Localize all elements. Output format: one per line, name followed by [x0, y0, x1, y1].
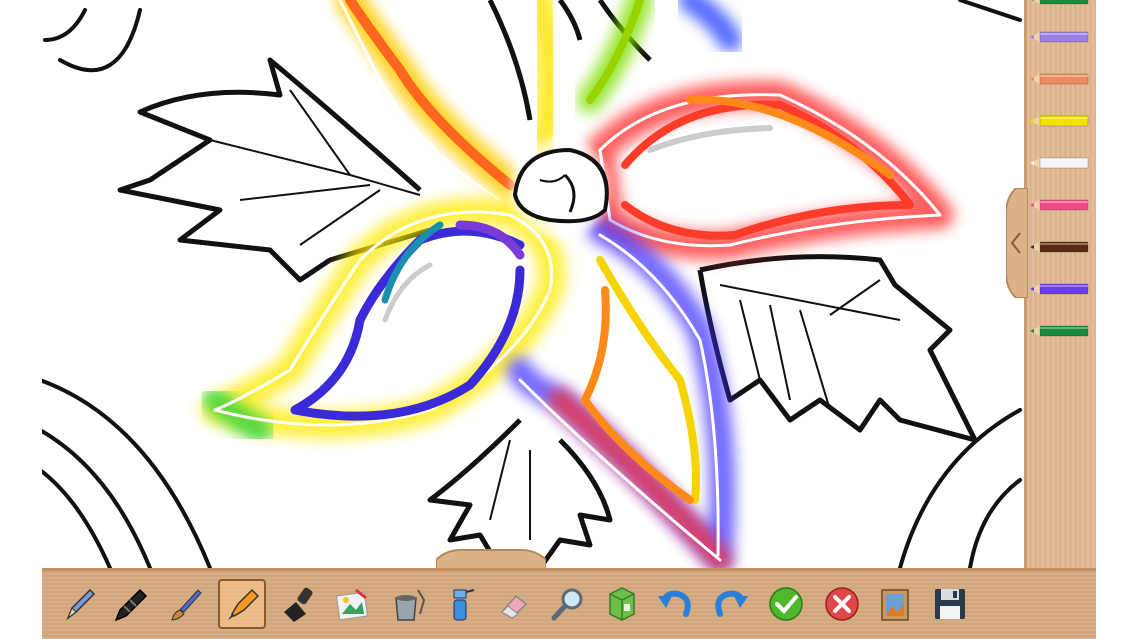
undo-icon [658, 590, 691, 617]
color-pencil-brown[interactable] [1030, 240, 1090, 254]
save-button[interactable] [926, 579, 974, 629]
image-sticker-tool-button[interactable] [328, 579, 376, 629]
color-pencil-dark-green[interactable] [1030, 324, 1090, 338]
checkmark-icon [769, 587, 803, 621]
redo-icon [715, 590, 748, 617]
close-icon [825, 587, 859, 621]
spray-bottle-icon [453, 589, 475, 621]
redo-button[interactable] [706, 579, 754, 629]
eraser-icon [500, 594, 528, 619]
crayon-tool-button[interactable] [106, 579, 154, 629]
picture-icon [335, 588, 369, 621]
stamp-tool-button[interactable] [274, 579, 322, 629]
paint-bucket-icon [395, 589, 426, 621]
marker-tool-button[interactable] [218, 579, 266, 629]
eraser-tool-button[interactable] [490, 579, 538, 629]
box-icon [609, 587, 635, 621]
color-pencil-green[interactable] [1030, 0, 1090, 6]
floppy-disk-icon [935, 589, 965, 619]
gallery-icon [881, 589, 909, 621]
color-pencil-salmon[interactable] [1030, 72, 1090, 86]
flower-center [510, 138, 610, 238]
color-pencil-pink[interactable] [1030, 198, 1090, 212]
paint-bucket-tool-button[interactable] [384, 579, 432, 629]
color-pencil-white[interactable] [1030, 156, 1090, 170]
stamp-icon [284, 587, 313, 622]
coloring-artwork [38, 0, 1022, 568]
glitter-petals [201, 0, 954, 568]
gallery-button[interactable] [872, 579, 920, 629]
color-pencil-violet[interactable] [1030, 282, 1090, 296]
pencil-tool-button[interactable] [56, 579, 104, 629]
color-pencil-lavender[interactable] [1030, 30, 1090, 44]
cancel-button[interactable] [818, 579, 866, 629]
toolbar-pull-tab[interactable] [436, 546, 546, 570]
marker-icon [228, 588, 260, 620]
spray-bottle-tool-button[interactable] [436, 579, 484, 629]
pencil-icon [66, 588, 96, 621]
color-pencil-yellow[interactable] [1030, 114, 1090, 128]
texture-box-tool-button[interactable] [598, 579, 646, 629]
undo-button[interactable] [652, 579, 700, 629]
zoom-tool-button[interactable] [544, 579, 592, 629]
left-margin [0, 0, 42, 568]
tool-toolbar [42, 568, 1096, 639]
drawing-canvas[interactable] [0, 0, 1024, 568]
right-margin [1096, 0, 1136, 639]
confirm-button[interactable] [762, 579, 810, 629]
palette-pull-tab[interactable] [1006, 188, 1028, 298]
crayon-icon [114, 588, 148, 622]
paint-brush-tool-button[interactable] [162, 579, 210, 629]
magnifier-icon [551, 588, 583, 621]
paint-brush-icon [171, 589, 202, 621]
